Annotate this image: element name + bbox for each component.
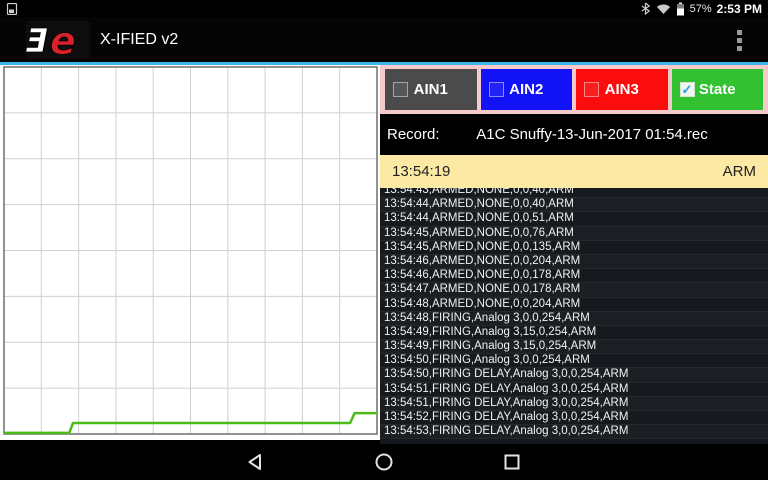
log-row[interactable]: 13:54:45,ARMED,NONE,0,0,135,ARM: [380, 241, 768, 255]
svg-text:e: e: [50, 21, 76, 59]
recents-icon[interactable]: [502, 452, 522, 472]
filter-button-state[interactable]: ✓ State: [672, 69, 764, 110]
filter-button-ain1[interactable]: AIN1: [385, 69, 477, 110]
filter-button-label: State: [699, 81, 736, 98]
app-title: X-IFIED v2: [100, 31, 178, 49]
filter-button-label: AIN1: [414, 81, 448, 98]
svg-text:Ǝ: Ǝ: [26, 21, 48, 59]
log-row[interactable]: 13:54:44,ARMED,NONE,0,0,51,ARM: [380, 212, 768, 226]
filter-button-ain3[interactable]: AIN3: [576, 69, 668, 110]
filter-button-ain2[interactable]: AIN2: [481, 69, 573, 110]
unchecked-checkbox-icon[interactable]: [393, 82, 408, 97]
log-list[interactable]: 13:54:43,ARMED,NONE,0,0,40,ARM13:54:44,A…: [380, 188, 768, 444]
filter-button-label: AIN2: [509, 81, 543, 98]
selected-log-entry[interactable]: 13:54:19 ARM: [380, 155, 768, 188]
status-bar: 57% 2:53 PM: [0, 0, 768, 17]
selected-entry-time: 13:54:19: [392, 163, 450, 180]
filter-button-label: AIN3: [605, 81, 639, 98]
log-row[interactable]: 13:54:49,FIRING,Analog 3,15,0,254,ARM: [380, 326, 768, 340]
screenshot-icon: [6, 3, 18, 15]
battery-percent: 57%: [690, 3, 712, 15]
log-panel: AIN1 AIN2 AIN3 ✓ State Record: A1C Snuffy-13…: [380, 65, 768, 444]
log-row[interactable]: 13:54:53,FIRING DELAY,Analog 3,0,0,254,A…: [380, 425, 768, 439]
record-label: Record:: [387, 126, 440, 143]
chart-panel[interactable]: [0, 65, 380, 440]
checked-checkbox-icon[interactable]: ✓: [680, 82, 695, 97]
bluetooth-icon: [640, 2, 651, 15]
log-row[interactable]: 13:54:50,FIRING DELAY,Analog 3,0,0,254,A…: [380, 368, 768, 382]
log-row[interactable]: 13:54:46,ARMED,NONE,0,0,204,ARM: [380, 255, 768, 269]
unchecked-checkbox-icon[interactable]: [489, 82, 504, 97]
selected-entry-state: ARM: [723, 163, 756, 180]
log-row[interactable]: 13:54:50,FIRING,Analog 3,0,0,254,ARM: [380, 354, 768, 368]
xe-logo: Ǝ e: [26, 21, 90, 59]
log-row[interactable]: 13:54:46,ARMED,NONE,0,0,178,ARM: [380, 269, 768, 283]
log-row[interactable]: 13:54:48,ARMED,NONE,0,0,204,ARM: [380, 298, 768, 312]
home-icon[interactable]: [374, 452, 394, 472]
log-row[interactable]: 13:54:45,ARMED,NONE,0,0,76,ARM: [380, 227, 768, 241]
wifi-icon: [656, 3, 671, 15]
unchecked-checkbox-icon[interactable]: [584, 82, 599, 97]
filter-button-row: AIN1 AIN2 AIN3 ✓ State: [380, 65, 768, 114]
app-bar: Ǝ e X-IFIED v2: [0, 17, 768, 62]
log-row[interactable]: 13:54:51,FIRING DELAY,Analog 3,0,0,254,A…: [380, 397, 768, 411]
log-row[interactable]: 13:54:49,FIRING,Analog 3,15,0,254,ARM: [380, 340, 768, 354]
log-row[interactable]: 13:54:52,FIRING DELAY,Analog 3,0,0,254,A…: [380, 411, 768, 425]
status-time: 2:53 PM: [717, 2, 762, 16]
log-row[interactable]: 13:54:47,ARMED,NONE,0,0,178,ARM: [380, 283, 768, 297]
log-row[interactable]: 13:54:44,ARMED,NONE,0,0,40,ARM: [380, 198, 768, 212]
record-row: Record: A1C Snuffy-13-Jun-2017 01:54.rec: [380, 114, 768, 155]
back-icon[interactable]: [245, 452, 265, 472]
overflow-menu-icon[interactable]: [728, 24, 750, 56]
app-screen: 57% 2:53 PM Ǝ e X-IFIED v2 AIN1 AIN2 AIN3 ✓…: [0, 0, 768, 480]
log-row[interactable]: 13:54:51,FIRING DELAY,Analog 3,0,0,254,A…: [380, 383, 768, 397]
battery-icon: [676, 2, 685, 16]
log-row[interactable]: 13:54:43,ARMED,NONE,0,0,40,ARM: [380, 188, 768, 198]
log-row[interactable]: 13:54:48,FIRING,Analog 3,0,0,254,ARM: [380, 312, 768, 326]
state-line-chart: [0, 65, 380, 440]
